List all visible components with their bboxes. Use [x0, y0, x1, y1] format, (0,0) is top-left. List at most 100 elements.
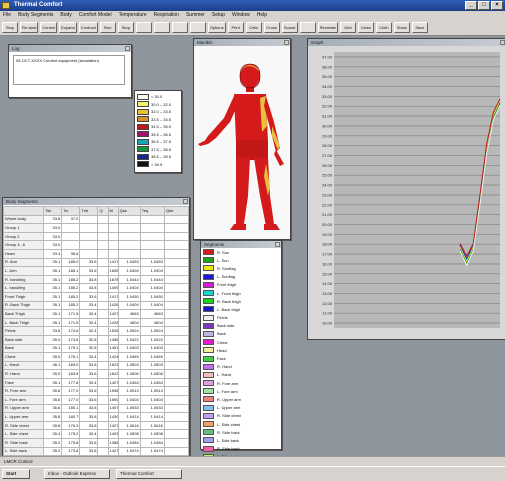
- toolbar-button-20[interactable]: Cloth: [375, 22, 392, 33]
- toolbar-button-13[interactable]: Cells: [245, 22, 262, 33]
- toolbar-button-7[interactable]: [135, 22, 152, 33]
- legend-item[interactable]: L. Fore arm: [201, 387, 281, 395]
- legend-item[interactable]: L. Sun: [201, 256, 281, 264]
- table-row[interactable]: Back 35.1 175.1 32.8 1451 1.0403 1.0403: [2, 343, 190, 354]
- toolbar-button-5[interactable]: Run: [99, 22, 116, 33]
- table-row[interactable]: L. Side chest 35.4 175.2 33.4 1403 1.0508 1.05…: [2, 429, 190, 440]
- legend-item[interactable]: R. Fore arm: [201, 379, 281, 387]
- legend-item[interactable]: Pelvis: [201, 314, 281, 322]
- table-row[interactable]: R. Upper arm 36.6 180.1 33.8 1407 1.0533 1.053…: [2, 403, 190, 414]
- table-row[interactable]: Face 35.1 177.8 33.4 1427 1.0454 1.0454: [2, 377, 190, 388]
- table-row[interactable]: Group 2 33.0: [2, 231, 190, 242]
- column-header[interactable]: Tcr: [61, 206, 81, 216]
- table-row[interactable]: Group 1 33.0: [2, 223, 190, 233]
- toolbar-button-9[interactable]: [171, 22, 188, 33]
- toolbar-button-19[interactable]: Close: [357, 22, 374, 33]
- toolbar-button-1[interactable]: Re-start: [20, 22, 39, 33]
- toolbar-button-3[interactable]: Expand: [59, 22, 77, 33]
- taskbar-item-outlook[interactable]: Inbox - Outlook Express: [44, 469, 110, 479]
- toolbar-button-18[interactable]: Grid: [339, 22, 356, 33]
- legend-item[interactable]: Back: [201, 330, 281, 338]
- taskbar-item-thermal[interactable]: Thermal Comfort: [116, 469, 182, 479]
- close-icon[interactable]: [125, 46, 130, 51]
- menu-item-0[interactable]: File: [3, 11, 11, 20]
- table-row[interactable]: Chest 35.0 176.1 33.4 1424 1.0469 1.0469: [2, 352, 190, 362]
- toolbar-button-14[interactable]: Cross: [263, 22, 280, 33]
- close-icon[interactable]: [500, 40, 505, 45]
- legend-item[interactable]: R. Side chest: [201, 412, 281, 420]
- table-row[interactable]: R. hand/leg 35.1 185.2 33.8 1678 1.0444 1.0444: [2, 274, 190, 285]
- close-icon[interactable]: [284, 40, 289, 45]
- close-icon[interactable]: [275, 242, 280, 247]
- toolbar-button-16[interactable]: [299, 22, 316, 33]
- table-row[interactable]: L. Hand 36.1 183.0 33.8 1623 1.0503 1.0503: [2, 360, 190, 371]
- column-header[interactable]: Tmt: [79, 206, 99, 216]
- menu-item-7[interactable]: Setup: [212, 11, 225, 20]
- table-row[interactable]: R. Hand 35.0 183.8 33.6 1622 1.0506 1.0506: [2, 369, 190, 379]
- legend-item[interactable]: Head: [201, 346, 281, 354]
- toolbar-button-21[interactable]: Show: [393, 22, 410, 33]
- table-row[interactable]: Front Thigh 35.1 185.2 33.6 1417 1.0450 1.0450: [2, 291, 190, 302]
- table-row[interactable]: Pelvis 33.6 174.6 32.4 1526 1.0524 1.0524: [2, 326, 190, 336]
- legend-item[interactable]: L. Upper arm: [201, 404, 281, 412]
- table-row[interactable]: R. Side back 35.2 175.8 33.8 1386 1.0484 1.048…: [2, 438, 190, 448]
- menu-item-6[interactable]: Summer: [186, 11, 205, 20]
- legend-item[interactable]: Front thigh: [201, 281, 281, 289]
- menu-item-1[interactable]: Body Segments: [18, 11, 53, 20]
- toolbar-button-12[interactable]: Print: [227, 22, 244, 33]
- table-row[interactable]: Group 3...6 33.0: [2, 240, 190, 250]
- table-row[interactable]: L. Arm 35.1 185.1 33.6 1608 1.0404 1.0404: [2, 266, 190, 276]
- column-header[interactable]: Qtot: [163, 206, 190, 216]
- legend-item[interactable]: L. Back thigh: [201, 305, 281, 313]
- legend-item[interactable]: R. Side back: [201, 428, 281, 436]
- legend-item[interactable]: R. Upper arm: [201, 395, 281, 403]
- legend-item[interactable]: L. Sunflag: [201, 273, 281, 281]
- menu-item-8[interactable]: Window: [232, 11, 250, 20]
- menu-item-9[interactable]: Help: [257, 11, 267, 20]
- toolbar-button-11[interactable]: Options: [207, 22, 226, 33]
- column-header[interactable]: Q: [97, 206, 109, 216]
- legend-item[interactable]: L. Hand: [201, 371, 281, 379]
- toolbar-button-17[interactable]: Recreate: [317, 22, 338, 33]
- column-header[interactable]: Teq: [139, 206, 165, 216]
- toolbar-button-8[interactable]: [153, 22, 170, 33]
- start-button[interactable]: Start: [2, 469, 30, 479]
- toolbar-button-0[interactable]: Stop: [2, 22, 18, 33]
- legend-item[interactable]: R. Sun: [201, 248, 281, 256]
- legend-item[interactable]: R. Back thigh: [201, 297, 281, 305]
- toolbar-button-6[interactable]: Stop: [117, 22, 134, 33]
- legend-item[interactable]: Face: [201, 354, 281, 362]
- menu-item-4[interactable]: Temperature: [119, 11, 147, 20]
- legend-item[interactable]: R. Sunflag: [201, 264, 281, 272]
- table-row[interactable]: R. Fore arm 35.6 177.0 33.6 1596 1.0513 1.0513: [2, 386, 190, 397]
- table-row[interactable]: L. Fore arm 35.6 177.0 33.6 1590 1.0404 1.0404: [2, 395, 190, 405]
- table-row[interactable]: Head 33.4 35.6: [2, 248, 190, 259]
- table-row[interactable]: L. Side back 35.2 173.8 33.8 1427 1.0474 1.047…: [2, 446, 190, 457]
- close-icon[interactable]: [183, 199, 188, 204]
- legend-item[interactable]: L. Front thigh: [201, 289, 281, 297]
- menu-item-2[interactable]: Body: [60, 11, 71, 20]
- toolbar-button-4[interactable]: Contract: [78, 22, 98, 33]
- toolbar-button-2[interactable]: Control: [40, 22, 58, 33]
- column-header[interactable]: M: [107, 206, 119, 216]
- maximize-button[interactable]: □: [478, 1, 490, 10]
- table-row[interactable]: L. hand/leg 35.1 185.2 33.8 1409 1.0404 1.0404: [2, 283, 190, 293]
- close-button[interactable]: ×: [491, 1, 503, 10]
- toolbar-button-15[interactable]: Sound: [281, 22, 298, 33]
- table-row[interactable]: Whole body 33.8 37.0: [2, 214, 190, 225]
- table-row[interactable]: Back Thigh 35.1 171.5 33.4 1427 4663 4663: [2, 309, 190, 319]
- table-row[interactable]: Back side 35.0 174.6 32.8 1456 1.0422 1.0422: [2, 334, 190, 345]
- column-header[interactable]: [2, 206, 45, 216]
- table-row[interactable]: L. Upper arm 35.8 180.7 33.8 1430 1.0414 1.041…: [2, 412, 190, 422]
- toolbar-button-10[interactable]: [189, 22, 206, 33]
- table-row[interactable]: R. Arm 35.1 185.0 33.6 1417 1.0453 1.0453: [2, 257, 190, 268]
- minimize-button[interactable]: _: [465, 1, 477, 10]
- legend-item[interactable]: R. Side back: [201, 445, 281, 453]
- legend-item[interactable]: Chest: [201, 338, 281, 346]
- legend-item[interactable]: L. Side chest: [201, 420, 281, 428]
- column-header[interactable]: Tsk: [43, 206, 63, 216]
- table-row[interactable]: R. Back Thigh 35.1 185.2 33.4 1426 1.0404 1.04…: [2, 300, 190, 311]
- toolbar-button-22[interactable]: Save: [411, 22, 428, 33]
- menu-item-3[interactable]: Comfort Model: [79, 11, 112, 20]
- legend-item[interactable]: L. Side back: [201, 436, 281, 444]
